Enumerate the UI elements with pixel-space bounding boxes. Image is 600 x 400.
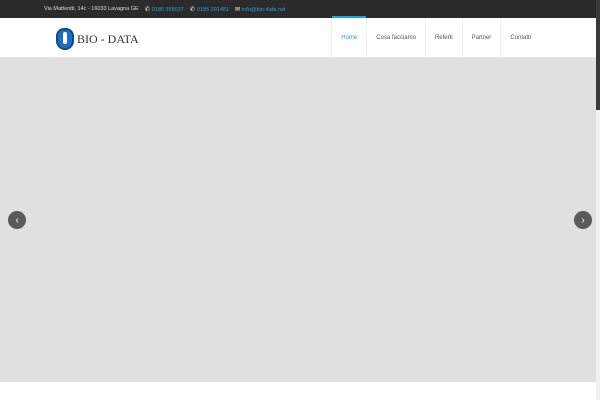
logo-icon [56, 28, 74, 50]
hero-slider: ‹ › [0, 58, 596, 382]
nav-contatti[interactable]: Contatti [500, 18, 540, 58]
phone-link-2[interactable]: 0185 391481 [197, 7, 229, 13]
main-nav: Home Cosa facciamo Referti Partner Conta… [331, 16, 540, 58]
nav-cosa-facciamo[interactable]: Cosa facciamo [366, 18, 425, 58]
slider-next-button[interactable]: › [574, 211, 592, 229]
nav-referti[interactable]: Referti [424, 18, 462, 58]
slider-prev-button[interactable]: ‹ [8, 211, 26, 229]
logo-text: BIO - DATA [77, 31, 139, 46]
mail-icon: ✉ [235, 6, 241, 13]
header: BIO - DATA Home Cosa facciamo Referti Pa… [0, 16, 596, 58]
phone-link-1[interactable]: 0185 395037 [152, 7, 184, 13]
scrollbar-thumb[interactable] [596, 0, 600, 110]
address: Via Matteotti, 14c - 16033 Lavagna GE [44, 6, 139, 12]
email-link[interactable]: info@bio-data.net [242, 7, 286, 13]
phone-icon: ✆ [144, 6, 150, 13]
nav-partner[interactable]: Partner [461, 18, 501, 58]
nav-home[interactable]: Home [331, 16, 367, 58]
scrollbar[interactable] [596, 0, 600, 400]
phone-icon: ✆ [189, 6, 195, 13]
top-bar: Via Matteotti, 14c - 16033 Lavagna GE ✆ 0… [0, 0, 596, 18]
logo[interactable]: BIO - DATA [56, 28, 139, 50]
